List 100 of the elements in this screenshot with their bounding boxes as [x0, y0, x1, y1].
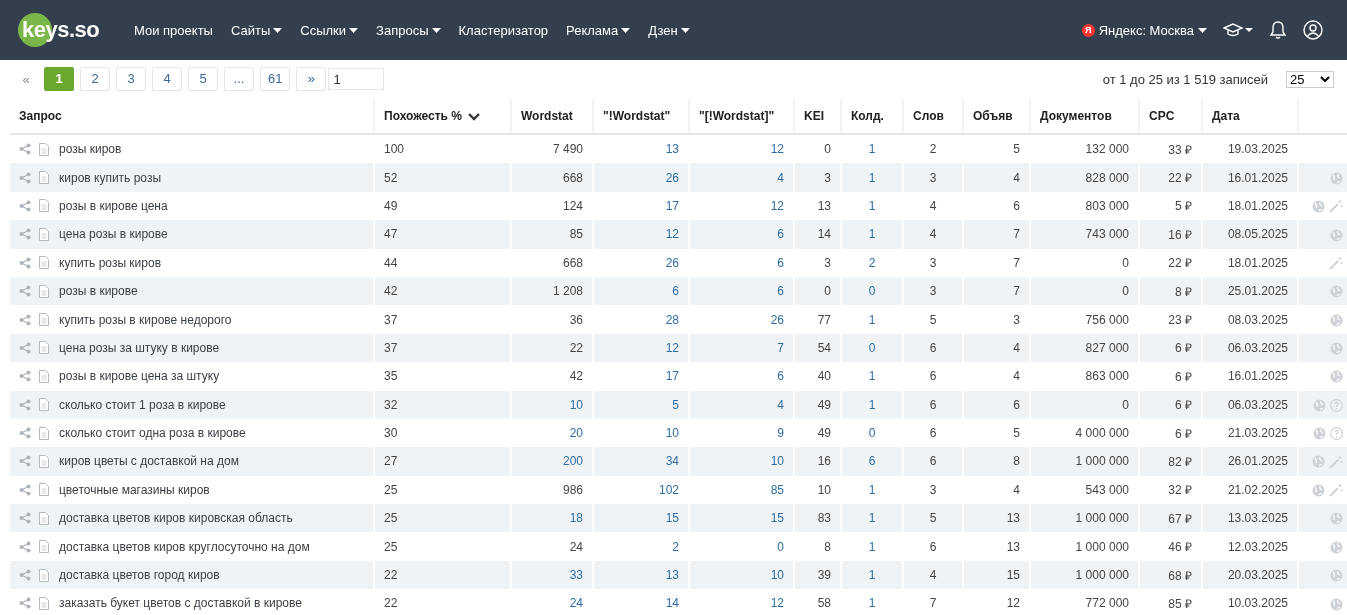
- cell-link[interactable]: 1: [868, 227, 876, 242]
- share-icon[interactable]: [19, 228, 31, 241]
- cell-link[interactable]: 10: [770, 568, 784, 583]
- column-header[interactable]: Документов: [1040, 109, 1112, 123]
- globe-icon[interactable]: [1330, 512, 1343, 526]
- globe-icon[interactable]: [1330, 569, 1343, 583]
- cell-link[interactable]: 17: [665, 198, 679, 213]
- column-header[interactable]: Колд.: [851, 109, 884, 123]
- document-icon[interactable]: [39, 199, 49, 213]
- bell-icon[interactable]: [1269, 20, 1287, 40]
- share-icon[interactable]: [19, 341, 31, 354]
- cell-link[interactable]: 33: [569, 568, 583, 583]
- document-icon[interactable]: [39, 284, 49, 298]
- cell-link[interactable]: 5: [672, 397, 679, 412]
- nav-dropdown[interactable]: Запросы: [376, 22, 429, 38]
- document-icon[interactable]: [39, 313, 49, 327]
- globe-icon[interactable]: [1312, 199, 1325, 213]
- cell-link[interactable]: 10: [665, 426, 679, 441]
- query-link[interactable]: цветочные магазины киров: [59, 482, 210, 497]
- cell-link[interactable]: 0: [777, 539, 784, 554]
- column-header[interactable]: Слов: [913, 109, 944, 123]
- cell-link[interactable]: 4: [777, 397, 784, 412]
- cell-link[interactable]: 10: [569, 397, 583, 412]
- cell-link[interactable]: 26: [665, 170, 679, 185]
- cell-link[interactable]: 1: [868, 369, 876, 384]
- column-header[interactable]: "[!Wordstat]": [699, 109, 775, 123]
- cell-link[interactable]: 6: [777, 284, 784, 299]
- cell-link[interactable]: 1: [868, 198, 876, 213]
- nav-link[interactable]: Мои проекты: [134, 22, 213, 38]
- share-icon[interactable]: [19, 143, 31, 156]
- question-icon[interactable]: [1330, 427, 1343, 441]
- page-button[interactable]: 2: [80, 67, 110, 91]
- query-link[interactable]: доставка цветов киров круглосуточно на дом: [59, 539, 310, 554]
- nav-link[interactable]: Кластеризатор: [458, 22, 549, 38]
- column-header[interactable]: Wordstat: [521, 109, 573, 123]
- cell-link[interactable]: 6: [672, 284, 679, 299]
- cell-link[interactable]: 12: [770, 198, 784, 213]
- cell-link[interactable]: 7: [777, 340, 784, 355]
- query-link[interactable]: розы в кирове: [59, 284, 138, 299]
- page-button[interactable]: ...: [224, 67, 254, 91]
- globe-icon[interactable]: [1312, 483, 1325, 497]
- column-header[interactable]: Запрос: [19, 109, 62, 123]
- cell-link[interactable]: 9: [777, 426, 784, 441]
- share-icon[interactable]: [19, 313, 31, 326]
- page-button[interactable]: 5: [188, 67, 218, 91]
- previous-page-link[interactable]: «: [14, 71, 38, 87]
- column-header[interactable]: CPC: [1149, 109, 1175, 123]
- cell-link[interactable]: 20: [569, 426, 583, 441]
- globe-icon[interactable]: [1330, 313, 1343, 327]
- cell-link[interactable]: 24: [569, 596, 583, 611]
- cell-link[interactable]: 1: [868, 568, 876, 583]
- share-icon[interactable]: [19, 285, 31, 298]
- cell-link[interactable]: 2: [672, 539, 679, 554]
- sort-chevron-icon[interactable]: [468, 112, 480, 121]
- share-icon[interactable]: [19, 540, 31, 553]
- column-header[interactable]: "!Wordstat": [603, 109, 671, 123]
- cell-link[interactable]: 1: [868, 397, 876, 412]
- user-icon[interactable]: [1303, 20, 1323, 40]
- share-icon[interactable]: [19, 171, 31, 184]
- document-icon[interactable]: [39, 171, 49, 185]
- cell-link[interactable]: 1: [868, 142, 876, 157]
- share-icon[interactable]: [19, 483, 31, 496]
- page-button[interactable]: 4: [152, 67, 182, 91]
- cell-link[interactable]: 1: [868, 312, 876, 327]
- graduation-cap-icon[interactable]: [1223, 23, 1253, 37]
- column-header[interactable]: Дата: [1212, 109, 1240, 123]
- query-link[interactable]: цена розы в кирове: [59, 227, 168, 242]
- document-icon[interactable]: [39, 455, 49, 468]
- cell-link[interactable]: 12: [665, 340, 679, 355]
- page-button[interactable]: 3: [116, 67, 146, 91]
- cell-link[interactable]: 28: [665, 312, 679, 327]
- cell-link[interactable]: 0: [868, 426, 876, 441]
- globe-icon[interactable]: [1330, 285, 1343, 299]
- cell-link[interactable]: 1: [868, 596, 876, 611]
- globe-icon[interactable]: [1330, 597, 1343, 611]
- cell-link[interactable]: 6: [868, 454, 876, 469]
- cell-link[interactable]: 12: [665, 227, 679, 242]
- query-link[interactable]: купить розы киров: [59, 255, 162, 270]
- share-icon[interactable]: [19, 370, 31, 383]
- magic-wand-icon[interactable]: [1329, 483, 1343, 498]
- magic-wand-icon[interactable]: [1329, 199, 1343, 214]
- cell-link[interactable]: 1: [868, 482, 876, 497]
- nav-dropdown[interactable]: Реклама: [566, 22, 619, 38]
- document-icon[interactable]: [39, 142, 49, 156]
- document-icon[interactable]: [39, 568, 49, 582]
- globe-icon[interactable]: [1330, 228, 1343, 242]
- globe-icon[interactable]: [1330, 342, 1343, 356]
- region-dropdown[interactable]: Я Яндекс: Москва: [1081, 22, 1207, 38]
- nav-dropdown[interactable]: Ссылки: [300, 22, 347, 38]
- document-icon[interactable]: [39, 540, 49, 554]
- cell-link[interactable]: 1: [868, 170, 876, 185]
- cell-link[interactable]: 85: [770, 482, 784, 497]
- query-link[interactable]: розы в кирове цена за штуку: [59, 369, 220, 384]
- globe-icon[interactable]: [1313, 427, 1326, 441]
- document-icon[interactable]: [39, 341, 49, 355]
- query-link[interactable]: купить розы в кирове недорого: [59, 312, 232, 327]
- cell-link[interactable]: 15: [770, 511, 784, 526]
- next-page-button[interactable]: »: [296, 67, 327, 91]
- globe-icon[interactable]: [1312, 455, 1325, 469]
- document-icon[interactable]: [39, 596, 49, 610]
